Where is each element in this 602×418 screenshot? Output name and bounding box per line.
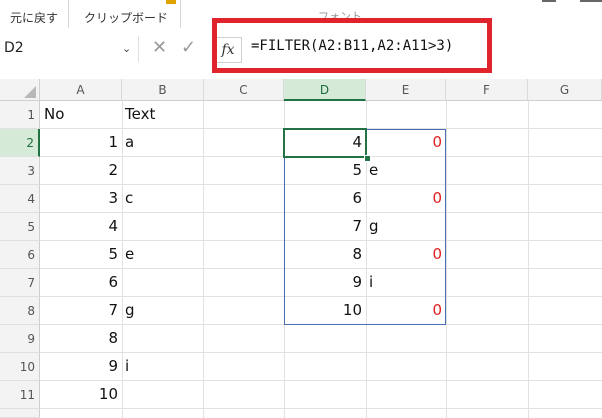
gridline bbox=[40, 408, 602, 409]
cell-b10[interactable]: i bbox=[125, 352, 129, 380]
cell-e2[interactable]: 0 bbox=[366, 128, 442, 156]
cell-d6[interactable]: 8 bbox=[284, 240, 362, 268]
row-header-9[interactable]: 9 bbox=[0, 325, 40, 353]
gridline bbox=[446, 101, 447, 418]
cell-e8[interactable]: 0 bbox=[366, 296, 442, 324]
cell-e4[interactable]: 0 bbox=[366, 184, 442, 212]
row-header-5[interactable]: 5 bbox=[0, 213, 40, 241]
row-header-6[interactable]: 6 bbox=[0, 241, 40, 269]
row-header-11[interactable]: 11 bbox=[0, 381, 40, 409]
cell-e7[interactable]: i bbox=[369, 268, 373, 296]
cell-e6[interactable]: 0 bbox=[366, 240, 442, 268]
row-header-3[interactable]: 3 bbox=[0, 157, 40, 185]
undo-group-label[interactable]: 元に戻す bbox=[10, 9, 58, 26]
row-header-12[interactable] bbox=[0, 409, 40, 418]
cancel-icon[interactable]: ✕ bbox=[152, 37, 167, 58]
cell-d4[interactable]: 6 bbox=[284, 184, 362, 212]
cell-a7[interactable]: 6 bbox=[40, 268, 118, 296]
column-header-c[interactable]: C bbox=[204, 79, 284, 101]
cell-a10[interactable]: 9 bbox=[40, 352, 118, 380]
chevron-down-icon[interactable]: ⌄ bbox=[122, 42, 131, 55]
name-box-value[interactable]: D2 bbox=[4, 40, 24, 56]
cell-a2[interactable]: 1 bbox=[40, 128, 118, 156]
column-header-d[interactable]: D bbox=[284, 79, 366, 101]
column-header-g[interactable]: G bbox=[528, 79, 602, 101]
cell-b2[interactable]: a bbox=[125, 128, 134, 156]
cell-b4[interactable]: c bbox=[125, 184, 133, 212]
ribbon-separator bbox=[68, 0, 69, 28]
cell-a1[interactable]: No bbox=[44, 100, 64, 128]
row-header-7[interactable]: 7 bbox=[0, 269, 40, 297]
cell-a6[interactable]: 5 bbox=[40, 240, 118, 268]
formula-highlight-box bbox=[212, 18, 492, 73]
fill-handle[interactable] bbox=[364, 155, 371, 162]
cell-e5[interactable]: g bbox=[369, 212, 379, 240]
gridline bbox=[203, 101, 204, 418]
cell-d7[interactable]: 9 bbox=[284, 268, 362, 296]
column-header-a[interactable]: A bbox=[40, 79, 122, 101]
minimize-icon[interactable] bbox=[542, 0, 556, 2]
active-cell-d2[interactable] bbox=[283, 128, 367, 158]
cell-b1[interactable]: Text bbox=[125, 100, 155, 128]
name-box[interactable]: D2 ⌄ bbox=[0, 36, 139, 62]
cell-a11[interactable]: 10 bbox=[40, 380, 118, 408]
clipboard-group-label[interactable]: クリップボード bbox=[84, 9, 168, 26]
cell-a3[interactable]: 2 bbox=[40, 156, 118, 184]
cell-a5[interactable]: 4 bbox=[40, 212, 118, 240]
row-header-10[interactable]: 10 bbox=[0, 353, 40, 381]
row-header-4[interactable]: 4 bbox=[0, 185, 40, 213]
column-header-e[interactable]: E bbox=[366, 79, 446, 101]
gridline bbox=[122, 101, 123, 418]
row-header-8[interactable]: 8 bbox=[0, 297, 40, 325]
cell-a9[interactable]: 8 bbox=[40, 324, 118, 352]
gridline bbox=[528, 101, 529, 418]
column-header-f[interactable]: F bbox=[446, 79, 528, 101]
maximize-icon[interactable] bbox=[580, 0, 602, 2]
cell-b8[interactable]: g bbox=[125, 296, 135, 324]
select-all-icon bbox=[24, 86, 36, 98]
ribbon-accent bbox=[166, 0, 176, 4]
cell-b6[interactable]: e bbox=[125, 240, 134, 268]
gridline bbox=[40, 380, 602, 381]
column-header-b[interactable]: B bbox=[122, 79, 204, 101]
cell-d5[interactable]: 7 bbox=[284, 212, 362, 240]
cell-d3[interactable]: 5 bbox=[284, 156, 362, 184]
cell-a4[interactable]: 3 bbox=[40, 184, 118, 212]
cell-d8[interactable]: 10 bbox=[284, 296, 362, 324]
ribbon-separator bbox=[180, 0, 181, 28]
row-header-2[interactable]: 2 bbox=[0, 129, 40, 157]
cell-a8[interactable]: 7 bbox=[40, 296, 118, 324]
row-header-1[interactable]: 1 bbox=[0, 101, 40, 129]
enter-check-icon[interactable]: ✓ bbox=[181, 37, 196, 58]
